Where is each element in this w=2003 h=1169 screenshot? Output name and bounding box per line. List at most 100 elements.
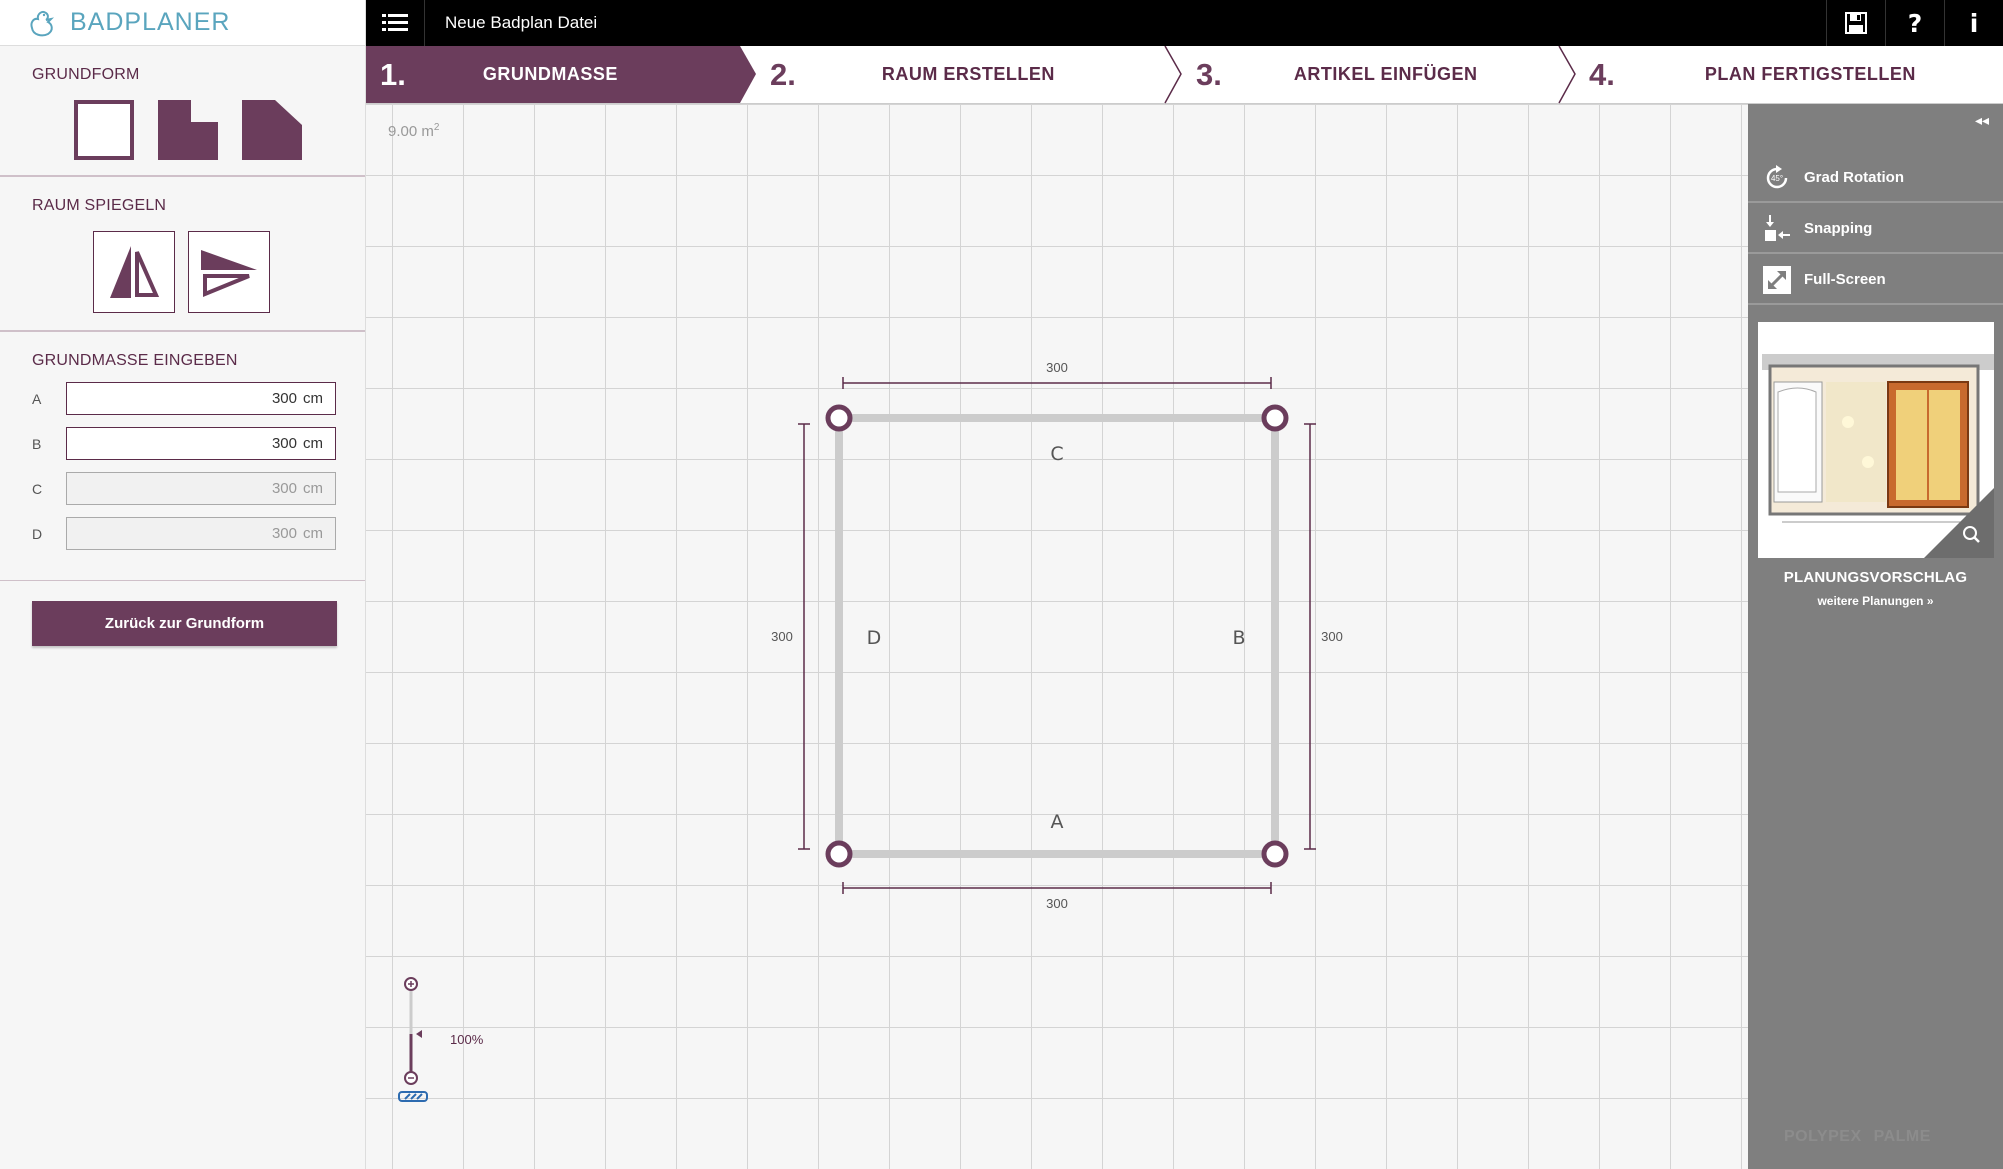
snapping-icon (1765, 214, 1790, 241)
square-shape-icon[interactable] (74, 100, 134, 160)
tool-label-fullscreen: Full-Screen (1804, 271, 1886, 288)
dim-label-a: A (32, 390, 42, 407)
dim-unit-a: cm (303, 390, 323, 407)
dim-input-d: 300 cm (66, 517, 336, 550)
back-to-shape-button[interactable]: Zurück zur Grundform (32, 601, 337, 646)
file-title: Neue Badplan Datei (445, 13, 598, 32)
cut-corner-shape-icon[interactable] (242, 100, 302, 160)
shape-section-title: GRUNDFORM (32, 66, 140, 83)
zoom-slider[interactable] (396, 972, 446, 1102)
step-2-raum-erstellen[interactable]: 2. RAUM ERSTELLEN (770, 46, 1055, 103)
steps-bar: 1. GRUNDMASSE 2. RAUM ERSTELLEN 3. ARTIK… (366, 46, 2003, 104)
corner-handle-bottom-left[interactable] (825, 840, 853, 868)
dim-value-c: 300 (271, 480, 297, 497)
zoom-level-label: 100% (450, 1032, 484, 1047)
room-drawing: C B A D 300 300 300 300 (771, 360, 1343, 911)
save-icon (1845, 12, 1867, 34)
more-plans-link[interactable]: weitere Planungen » (1748, 594, 2003, 608)
dim-input-b[interactable]: 300 cm (66, 427, 336, 460)
planning-proposal-thumbnail[interactable] (1758, 322, 1994, 558)
mirror-vertical-button[interactable] (93, 231, 175, 313)
corner-handle-top-right[interactable] (1261, 404, 1289, 432)
mirror-section: RAUM SPIEGELN (0, 176, 365, 331)
mirror-row (93, 231, 365, 313)
step-4-number: 4. (1589, 56, 1615, 92)
shape-section: GRUNDFORM (0, 46, 365, 176)
dim-row-b: B 300 cm (32, 427, 365, 460)
step-2-number: 2. (770, 56, 796, 92)
brand-header: BADPLANER (0, 0, 365, 46)
dim-row-c: C 300 cm (32, 472, 365, 505)
corner-handle-top-left[interactable] (825, 404, 853, 432)
dim-value-d: 300 (271, 525, 297, 542)
step-3-number: 3. (1196, 56, 1222, 92)
info-icon: i (1969, 8, 1979, 38)
zoom-control: 100% (396, 972, 483, 1102)
tool-snapping[interactable]: Snapping (1748, 205, 2003, 254)
top-actions: ? i (1826, 0, 2003, 46)
dim-value-top: 300 (1046, 360, 1068, 375)
dim-value-left: 300 (771, 629, 793, 644)
list-menu-icon (382, 14, 408, 31)
l-shape-icon[interactable] (158, 100, 218, 160)
step-3-label: ARTIKEL EINFÜGEN (1293, 64, 1478, 84)
step-4-plan-fertigstellen[interactable]: 4. PLAN FERTIGSTELLEN (1589, 46, 1916, 103)
shape-row (74, 100, 365, 160)
right-panel: ◂◂ 45° Grad Rotation Snapping Full-Scree… (1748, 104, 2003, 1169)
step-1-label: GRUNDMASSE (482, 64, 618, 84)
rotation-badge: 45° (1771, 174, 1783, 183)
wall-label-a: A (1051, 811, 1064, 833)
footer-logos: POLYPEX PALME (1784, 1128, 1931, 1146)
palme-logo: PALME (1873, 1128, 1931, 1145)
save-button[interactable] (1826, 0, 1885, 46)
dim-input-a[interactable]: 300 cm (66, 382, 336, 415)
help-icon: ? (1907, 8, 1923, 38)
tool-grad-rotation[interactable]: 45° Grad Rotation (1748, 154, 2003, 203)
tool-fullscreen[interactable]: Full-Screen (1748, 256, 2003, 305)
plan-canvas[interactable]: 9.00 m2 C B A D 300 300 300 300 100% (366, 104, 1748, 1169)
dim-unit-c: cm (303, 480, 323, 497)
dim-value-right: 300 (1321, 629, 1343, 644)
dim-value-b: 300 (271, 435, 297, 452)
wall-label-c: C (1050, 443, 1063, 465)
step-4-label: PLAN FERTIGSTELLEN (1704, 64, 1916, 84)
collapse-panel-icon[interactable]: ◂◂ (1975, 112, 1989, 129)
brand-name: BADPLANER (70, 8, 231, 36)
polypex-logo: POLYPEX (1784, 1128, 1862, 1145)
dimension-section: GRUNDMASSE EINGEBEN A 300 cm B 300 cm C … (0, 331, 365, 581)
step-3-artikel-einfuegen[interactable]: 3. ARTIKEL EINFÜGEN (1196, 46, 1478, 103)
dim-value-a: 300 (271, 390, 297, 407)
room-walls[interactable] (835, 414, 1279, 858)
dim-row-a: A 300 cm (32, 382, 365, 415)
dim-value-bottom: 300 (1046, 896, 1068, 911)
dim-label-c: C (32, 480, 43, 497)
dim-unit-b: cm (303, 435, 323, 452)
mirror-horizontal-button[interactable] (188, 231, 270, 313)
wall-label-b: B (1232, 627, 1245, 649)
dim-unit-d: cm (303, 525, 323, 542)
planning-proposal-title: PLANUNGSVORSCHLAG (1783, 569, 1968, 586)
rotation-45-icon: 45° (1766, 164, 1788, 188)
info-button[interactable]: i (1944, 0, 2003, 46)
step-1-grundmasse[interactable]: 1. GRUNDMASSE (380, 46, 618, 103)
mirror-section-title: RAUM SPIEGELN (32, 197, 167, 214)
zoom-pointer-icon (416, 1030, 422, 1038)
step-1-number: 1. (380, 56, 406, 92)
duck-icon (30, 10, 55, 36)
menu-button[interactable] (366, 0, 425, 46)
tool-label-rotation: Grad Rotation (1804, 169, 1904, 186)
sidebar: BADPLANER GRUNDFORM RAUM SPIEGELN GRUNDM… (0, 0, 366, 1169)
floorplan-preview-image (1758, 322, 1994, 558)
step-2-label: RAUM ERSTELLEN (881, 64, 1055, 84)
dim-label-b: B (32, 435, 42, 452)
dim-input-c: 300 cm (66, 472, 336, 505)
wall-label-d: D (867, 627, 882, 649)
help-button[interactable]: ? (1885, 0, 1944, 46)
tool-label-snapping: Snapping (1804, 220, 1873, 237)
fullscreen-icon (1763, 265, 1791, 294)
mirror-vertical-icon (110, 246, 160, 298)
dim-label-d: D (32, 525, 43, 542)
corner-handle-bottom-right[interactable] (1261, 840, 1289, 868)
top-bar: Neue Badplan Datei ? i (366, 0, 2003, 46)
dim-row-d: D 300 cm (32, 517, 365, 550)
